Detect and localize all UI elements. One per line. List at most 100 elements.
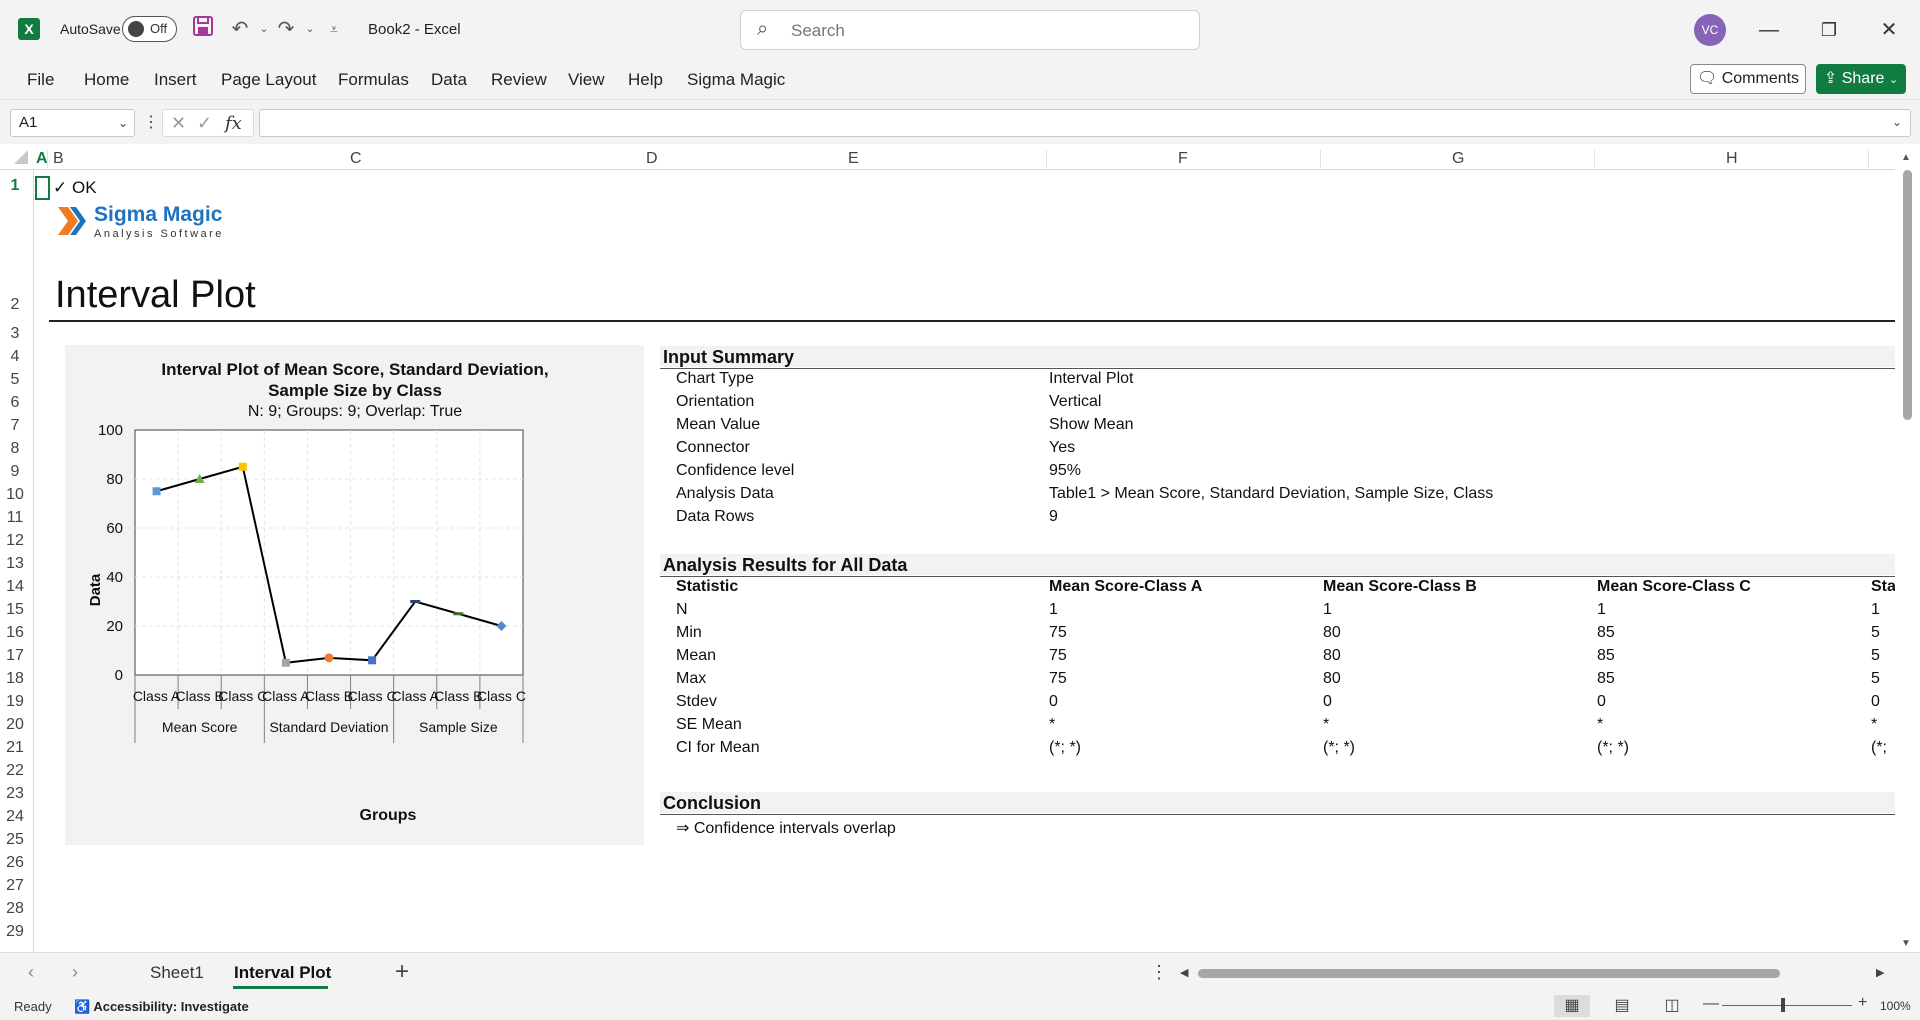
autosave-toggle[interactable]: Off: [122, 16, 177, 42]
row-header[interactable]: 25: [0, 831, 30, 849]
column-header-d[interactable]: D: [646, 150, 658, 168]
vertical-scrollbar[interactable]: ▲ ▼: [1895, 146, 1920, 952]
zoom-slider[interactable]: [1722, 1005, 1852, 1006]
row-header[interactable]: 8: [0, 440, 30, 458]
next-sheet-icon[interactable]: ›: [72, 962, 78, 983]
data-point: [410, 600, 421, 603]
close-icon[interactable]: ✕: [1869, 14, 1909, 46]
customize-toolbar-icon[interactable]: ⩡: [320, 15, 348, 43]
select-all-icon[interactable]: [14, 150, 28, 164]
horizontal-scrollbar[interactable]: ◀ ▶: [1180, 965, 1890, 981]
accessibility-status[interactable]: ♿ Accessibility: Investigate: [74, 999, 249, 1015]
row-header[interactable]: 14: [0, 578, 30, 596]
tab-insert[interactable]: Insert: [154, 70, 197, 90]
previous-sheet-icon[interactable]: ‹: [28, 962, 34, 983]
column-header-h[interactable]: H: [1726, 150, 1738, 168]
row-header[interactable]: 10: [0, 486, 30, 504]
horizontal-scroll-thumb[interactable]: [1198, 969, 1780, 978]
search-input[interactable]: [791, 19, 1171, 43]
row-header[interactable]: 23: [0, 785, 30, 803]
zoom-level[interactable]: 100%: [1880, 999, 1911, 1013]
row-header[interactable]: 11: [0, 509, 30, 527]
results-cell: 1: [1323, 601, 1332, 618]
tab-help[interactable]: Help: [628, 70, 663, 90]
row-header[interactable]: 15: [0, 601, 30, 619]
row-header[interactable]: 18: [0, 670, 30, 688]
results-cell: 80: [1323, 670, 1341, 687]
chevron-down-icon[interactable]: ⌄: [118, 110, 128, 136]
vertical-scroll-thumb[interactable]: [1903, 170, 1912, 420]
insert-function-icon[interactable]: fx: [225, 113, 242, 134]
tab-sigma-magic[interactable]: Sigma Magic: [687, 70, 785, 90]
column-header-c[interactable]: C: [350, 150, 362, 168]
group-label: Mean Score: [162, 719, 238, 735]
zoom-slider-thumb[interactable]: [1781, 998, 1785, 1012]
row-header[interactable]: 2: [0, 296, 30, 314]
row-header[interactable]: 17: [0, 647, 30, 665]
status-ready: Ready: [14, 999, 52, 1014]
sheet-tab-interval-plot[interactable]: Interval Plot: [234, 963, 331, 983]
row-header[interactable]: 12: [0, 532, 30, 550]
column-header-b[interactable]: B: [53, 150, 64, 168]
scroll-right-icon[interactable]: ▶: [1876, 966, 1884, 979]
row-header[interactable]: 22: [0, 762, 30, 780]
tab-view[interactable]: View: [568, 70, 605, 90]
row-header[interactable]: 1: [0, 177, 30, 195]
tab-splitter-icon[interactable]: ⋮: [1150, 962, 1168, 983]
interval-plot-chart[interactable]: Interval Plot of Mean Score, Standard De…: [65, 345, 644, 845]
tab-page-layout[interactable]: Page Layout: [221, 70, 316, 90]
column-header-f[interactable]: F: [1178, 150, 1188, 168]
expand-formula-icon[interactable]: ⌄: [1892, 115, 1902, 129]
selected-cell-a1[interactable]: [35, 176, 50, 200]
comments-button[interactable]: 🗨 Comments: [1690, 64, 1806, 94]
zoom-out-button[interactable]: —: [1703, 995, 1719, 1013]
column-header-g[interactable]: G: [1452, 150, 1464, 168]
row-header[interactable]: 19: [0, 693, 30, 711]
enter-icon[interactable]: ✓: [197, 113, 212, 134]
scroll-up-icon[interactable]: ▲: [1901, 152, 1911, 163]
y-tick-label: 40: [106, 569, 123, 586]
search-box[interactable]: ⌕: [740, 10, 1200, 50]
row-header[interactable]: 28: [0, 900, 30, 918]
formula-input[interactable]: ⌄: [259, 109, 1911, 137]
save-icon[interactable]: [189, 15, 217, 43]
row-header[interactable]: 16: [0, 624, 30, 642]
share-button[interactable]: ⇪ Share ⌄: [1816, 64, 1906, 94]
row-header[interactable]: 20: [0, 716, 30, 734]
scroll-down-icon[interactable]: ▼: [1901, 938, 1911, 949]
tab-review[interactable]: Review: [491, 70, 547, 90]
tab-file[interactable]: File: [27, 70, 54, 90]
restore-icon[interactable]: ❐: [1809, 14, 1849, 46]
minimize-icon[interactable]: —: [1749, 14, 1789, 46]
scroll-left-icon[interactable]: ◀: [1180, 966, 1188, 979]
tab-data[interactable]: Data: [431, 70, 467, 90]
normal-view-icon[interactable]: ▦: [1554, 995, 1590, 1017]
row-header[interactable]: 7: [0, 417, 30, 435]
add-sheet-button[interactable]: +: [395, 958, 409, 986]
row-header[interactable]: 26: [0, 854, 30, 872]
row-header[interactable]: 9: [0, 463, 30, 481]
row-header[interactable]: 4: [0, 348, 30, 366]
page-break-view-icon[interactable]: ◫: [1654, 995, 1690, 1017]
cancel-icon[interactable]: ✕: [171, 113, 186, 134]
worksheet[interactable]: ✓ OK Sigma Magic Analysis Software Inter…: [35, 170, 1895, 952]
user-avatar[interactable]: VC: [1694, 14, 1726, 46]
row-header[interactable]: 5: [0, 371, 30, 389]
tab-formulas[interactable]: Formulas: [338, 70, 409, 90]
name-box[interactable]: A1 ⌄: [10, 109, 135, 137]
row-header[interactable]: 24: [0, 808, 30, 826]
sheet-tab-sheet1[interactable]: Sheet1: [150, 963, 204, 983]
page-layout-view-icon[interactable]: ▤: [1604, 995, 1640, 1017]
row-header[interactable]: 3: [0, 325, 30, 343]
row-header[interactable]: 13: [0, 555, 30, 573]
zoom-in-button[interactable]: +: [1858, 994, 1867, 1012]
column-header-e[interactable]: E: [848, 150, 859, 168]
row-header[interactable]: 27: [0, 877, 30, 895]
column-header-a[interactable]: A: [36, 150, 48, 168]
tab-home[interactable]: Home: [84, 70, 129, 90]
more-options-icon[interactable]: ⋮: [143, 112, 159, 132]
row-header[interactable]: 21: [0, 739, 30, 757]
row-header[interactable]: 6: [0, 394, 30, 412]
row-header[interactable]: 29: [0, 923, 30, 941]
input-summary-value: Table1 > Mean Score, Standard Deviation,…: [1049, 485, 1494, 502]
